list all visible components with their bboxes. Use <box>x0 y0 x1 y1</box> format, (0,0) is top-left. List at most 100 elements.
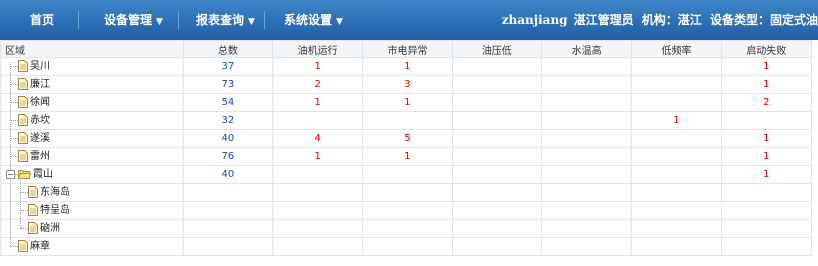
total-count-cell[interactable] <box>182 219 274 238</box>
low-frequency-cell[interactable] <box>631 201 722 220</box>
total-count-cell[interactable]: 37 <box>182 57 274 76</box>
low-frequency-cell[interactable] <box>631 237 722 256</box>
mains-abnormal-cell[interactable]: 3 <box>362 75 453 94</box>
mains-abnormal-cell[interactable]: 1 <box>362 93 453 112</box>
start-failure-cell[interactable] <box>720 111 813 130</box>
high-water-temp-cell[interactable] <box>540 201 633 220</box>
nav-home[interactable]: 首页 <box>30 0 54 40</box>
start-failure-cell[interactable] <box>720 183 813 202</box>
low-oil-pressure-cell[interactable] <box>451 111 542 130</box>
mains-abnormal-cell[interactable]: 5 <box>362 129 453 148</box>
low-oil-pressure-cell[interactable] <box>451 57 542 76</box>
table-row[interactable]: 东海岛 <box>0 183 813 202</box>
start-failure-cell[interactable] <box>720 237 813 256</box>
region-cell[interactable]: 廉江 <box>0 75 184 94</box>
generator-running-cell[interactable]: 4 <box>271 129 364 148</box>
table-row[interactable]: 麻章 <box>0 237 813 256</box>
column-header-area[interactable]: 区域 <box>0 40 184 58</box>
region-cell[interactable]: 赤坎 <box>0 111 184 130</box>
high-water-temp-cell[interactable] <box>540 183 633 202</box>
total-count-cell[interactable]: 32 <box>182 111 274 130</box>
region-cell[interactable]: 特呈岛 <box>0 201 184 220</box>
region-cell[interactable]: 麻章 <box>0 237 184 256</box>
region-cell[interactable]: 吴川 <box>0 57 184 76</box>
low-oil-pressure-cell[interactable] <box>451 219 542 238</box>
region-cell[interactable]: 遂溪 <box>0 129 184 148</box>
high-water-temp-cell[interactable] <box>540 165 633 184</box>
total-count-cell[interactable]: 54 <box>182 93 274 112</box>
start-failure-cell[interactable]: 1 <box>720 129 813 148</box>
mains-abnormal-cell[interactable] <box>362 165 453 184</box>
table-row[interactable]: 雷州 76 1 1 1 <box>0 147 813 166</box>
high-water-temp-cell[interactable] <box>540 129 633 148</box>
mains-abnormal-cell[interactable] <box>362 237 453 256</box>
mains-abnormal-cell[interactable] <box>362 183 453 202</box>
total-count-cell[interactable]: 40 <box>182 165 274 184</box>
high-water-temp-cell[interactable] <box>540 75 633 94</box>
low-frequency-cell[interactable] <box>631 183 722 202</box>
mains-abnormal-cell[interactable] <box>362 111 453 130</box>
table-row[interactable]: 特呈岛 <box>0 201 813 220</box>
generator-running-cell[interactable] <box>271 201 364 220</box>
table-row[interactable]: 廉江 73 2 3 1 <box>0 75 813 94</box>
generator-running-cell[interactable] <box>271 219 364 238</box>
low-frequency-cell[interactable] <box>631 147 722 166</box>
mains-abnormal-cell[interactable] <box>362 201 453 220</box>
low-oil-pressure-cell[interactable] <box>451 147 542 166</box>
low-oil-pressure-cell[interactable] <box>451 75 542 94</box>
high-water-temp-cell[interactable] <box>540 147 633 166</box>
region-cell[interactable]: − 霞山 <box>0 165 184 184</box>
nav-system-settings[interactable]: 系统设置 ▼ <box>284 0 343 40</box>
low-frequency-cell[interactable] <box>631 165 722 184</box>
table-row[interactable]: 徐闻 54 1 1 2 <box>0 93 813 112</box>
region-cell[interactable]: 徐闻 <box>0 93 184 112</box>
low-oil-pressure-cell[interactable] <box>451 129 542 148</box>
nav-report-query[interactable]: 报表查询 ▼ <box>196 0 255 40</box>
column-header-high-water-temp[interactable]: 水温高 <box>540 40 633 58</box>
generator-running-cell[interactable] <box>271 165 364 184</box>
table-row[interactable]: 赤坎 32 1 <box>0 111 813 130</box>
generator-running-cell[interactable] <box>271 237 364 256</box>
column-header-mains-abnormal[interactable]: 市电异常 <box>362 40 453 58</box>
start-failure-cell[interactable]: 1 <box>720 165 813 184</box>
low-oil-pressure-cell[interactable] <box>451 201 542 220</box>
high-water-temp-cell[interactable] <box>540 237 633 256</box>
high-water-temp-cell[interactable] <box>540 219 633 238</box>
column-header-low-oil-pressure[interactable]: 油压低 <box>451 40 542 58</box>
mains-abnormal-cell[interactable] <box>362 219 453 238</box>
generator-running-cell[interactable]: 1 <box>271 147 364 166</box>
low-frequency-cell[interactable] <box>631 219 722 238</box>
generator-running-cell[interactable] <box>271 111 364 130</box>
low-oil-pressure-cell[interactable] <box>451 93 542 112</box>
high-water-temp-cell[interactable] <box>540 93 633 112</box>
region-cell[interactable]: 雷州 <box>0 147 184 166</box>
low-oil-pressure-cell[interactable] <box>451 183 542 202</box>
table-row[interactable]: 吴川 37 1 1 1 <box>0 57 813 76</box>
total-count-cell[interactable]: 40 <box>182 129 274 148</box>
start-failure-cell[interactable] <box>720 219 813 238</box>
total-count-cell[interactable] <box>182 237 274 256</box>
generator-running-cell[interactable]: 1 <box>271 57 364 76</box>
table-row[interactable]: 硇洲 <box>0 219 813 238</box>
column-header-low-frequency[interactable]: 低频率 <box>631 40 722 58</box>
column-header-start-failure[interactable]: 启动失败 <box>720 40 813 58</box>
start-failure-cell[interactable]: 1 <box>720 75 813 94</box>
start-failure-cell[interactable]: 2 <box>720 93 813 112</box>
generator-running-cell[interactable]: 1 <box>271 93 364 112</box>
mains-abnormal-cell[interactable]: 1 <box>362 57 453 76</box>
column-header-generator-running[interactable]: 油机运行 <box>271 40 364 58</box>
low-frequency-cell[interactable] <box>631 129 722 148</box>
start-failure-cell[interactable] <box>720 201 813 220</box>
nav-device-management[interactable]: 设备管理 ▼ <box>104 0 163 40</box>
high-water-temp-cell[interactable] <box>540 57 633 76</box>
total-count-cell[interactable]: 76 <box>182 147 274 166</box>
high-water-temp-cell[interactable] <box>540 111 633 130</box>
total-count-cell[interactable] <box>182 201 274 220</box>
low-frequency-cell[interactable] <box>631 93 722 112</box>
low-frequency-cell[interactable]: 1 <box>631 111 722 130</box>
total-count-cell[interactable]: 73 <box>182 75 274 94</box>
generator-running-cell[interactable]: 2 <box>271 75 364 94</box>
column-header-total[interactable]: 总数 <box>182 40 274 58</box>
generator-running-cell[interactable] <box>271 183 364 202</box>
mains-abnormal-cell[interactable]: 1 <box>362 147 453 166</box>
